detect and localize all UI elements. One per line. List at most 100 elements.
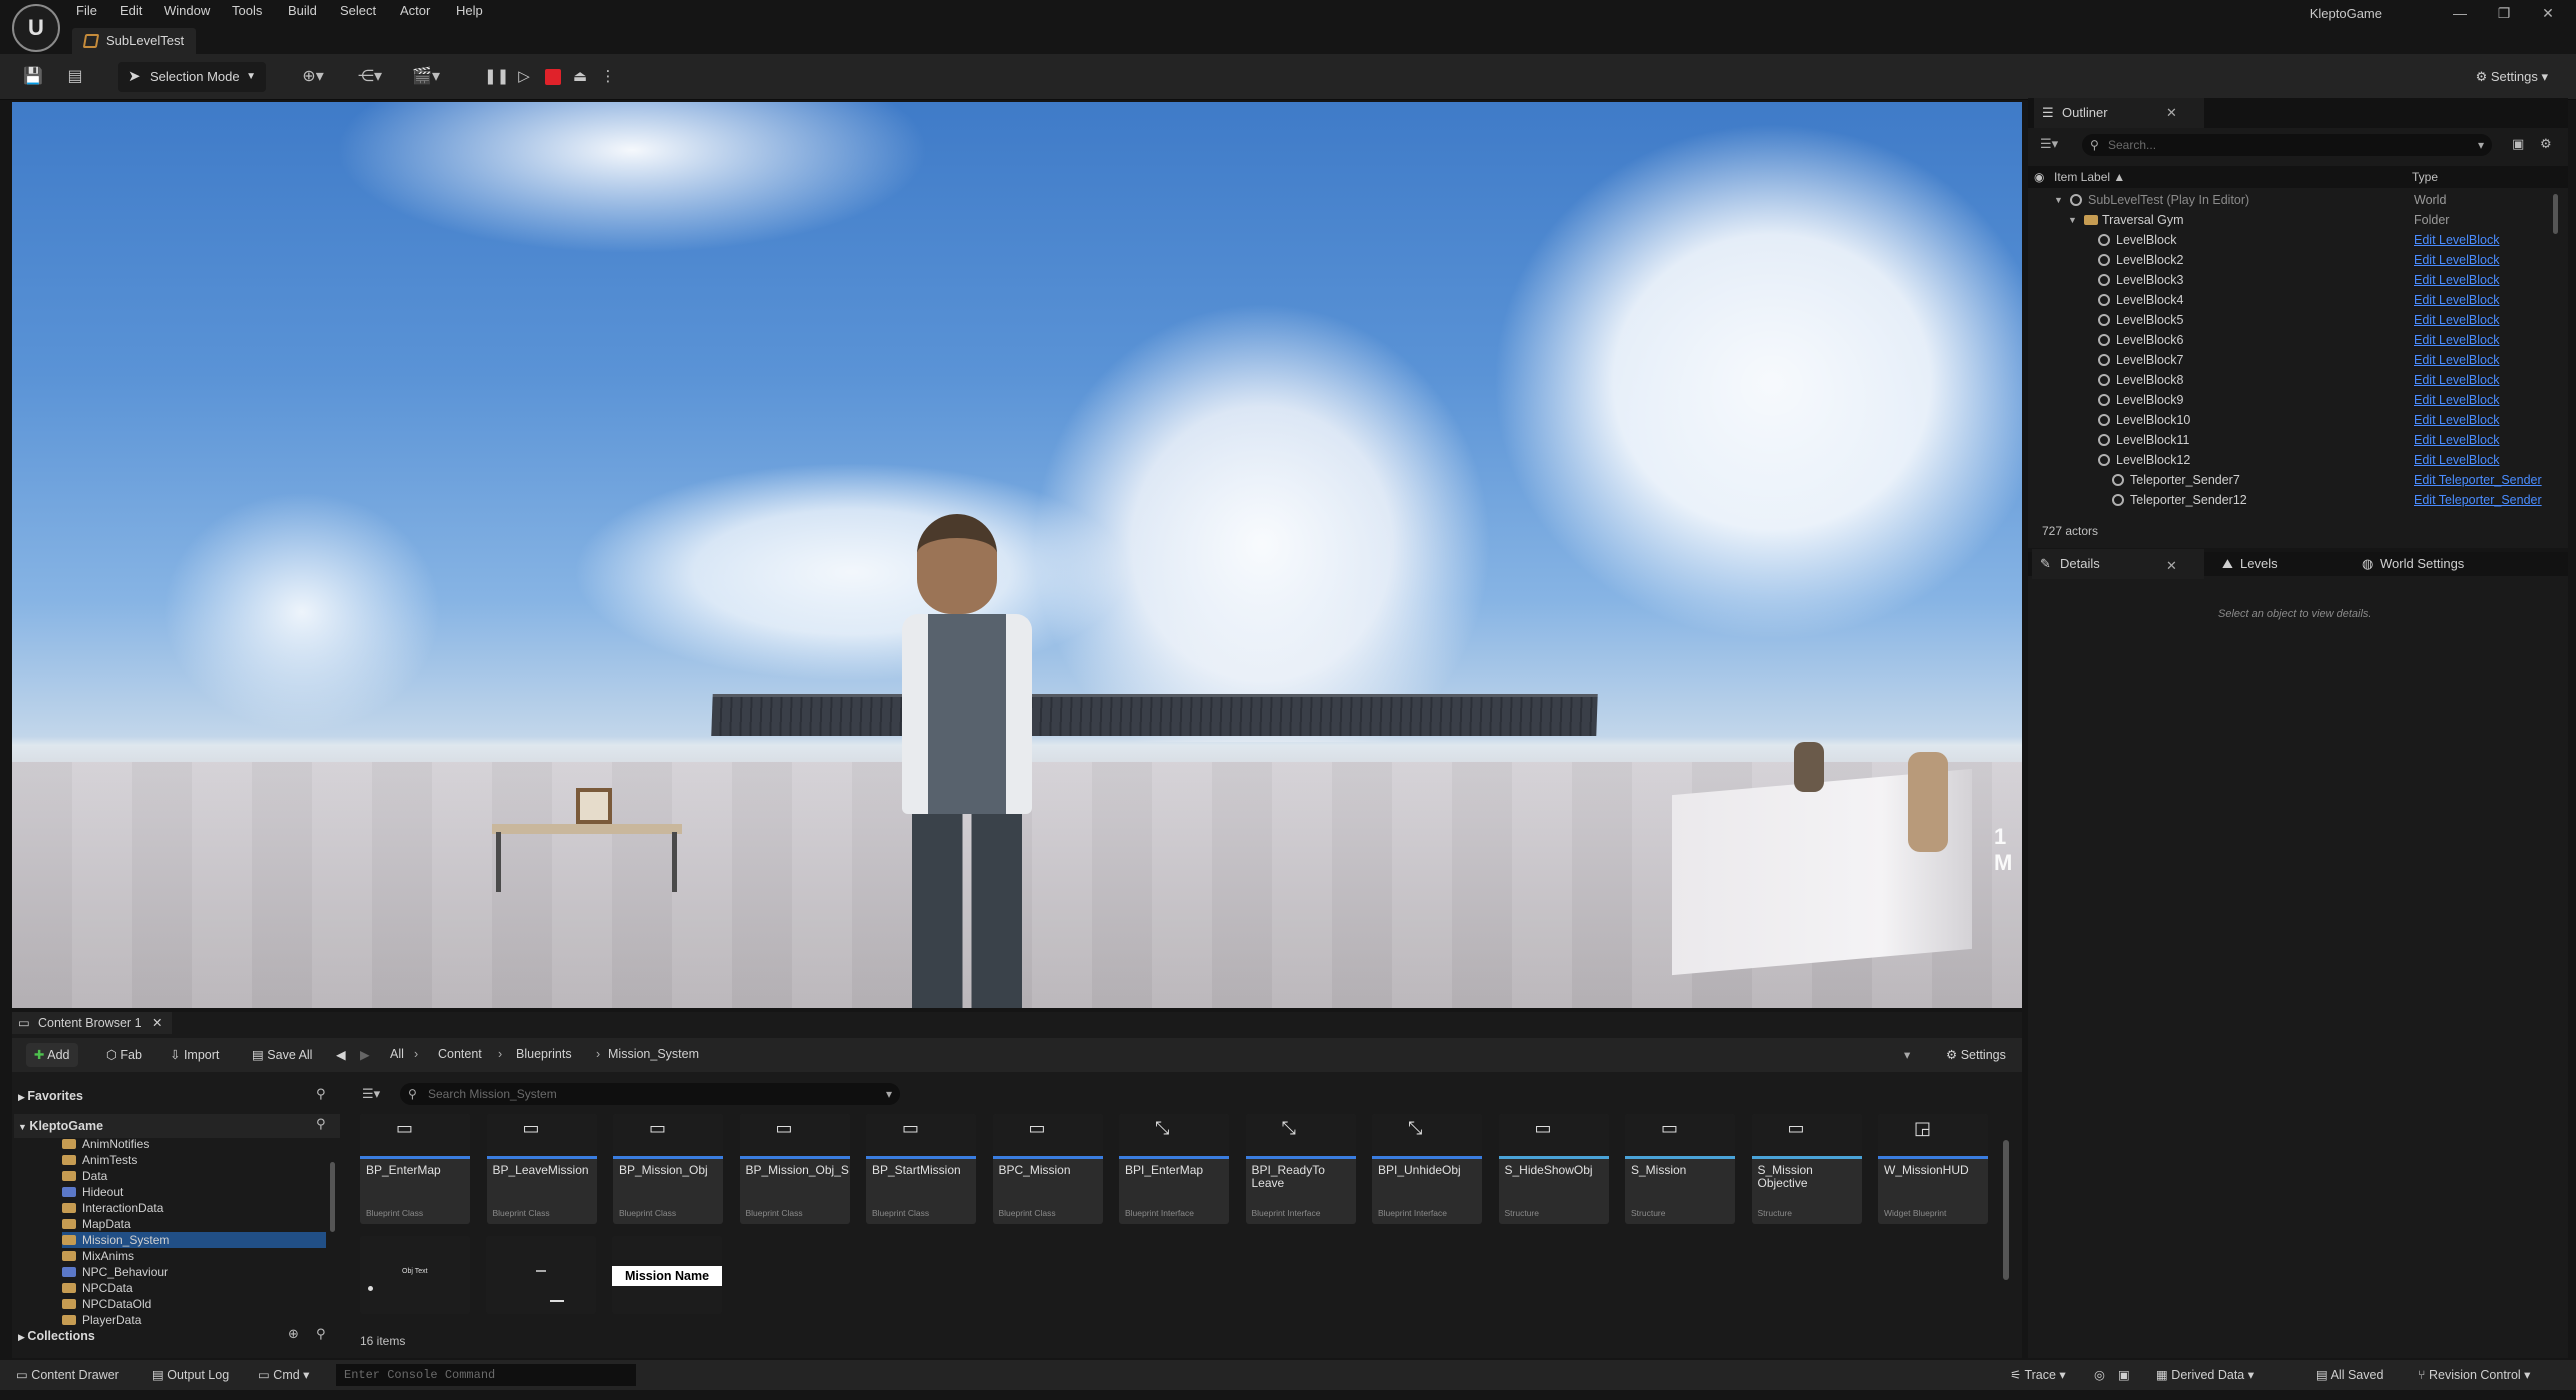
content-icon[interactable]: ▤ [64, 66, 86, 88]
output-log-button[interactable]: ▤ Output Log [152, 1367, 229, 1382]
menu-actor[interactable]: Actor [400, 3, 430, 18]
outliner-row[interactable]: ▼ Traversal Gym Folder [2028, 210, 2548, 230]
asset-tile[interactable]: ▭ S_Mission Objective Structure [1751, 1114, 1862, 1224]
cinematics-icon[interactable]: 🎬▾ [406, 66, 446, 88]
screenshot-icon[interactable]: ▣ [2118, 1367, 2130, 1382]
column-type[interactable]: Type [2412, 166, 2438, 188]
add-collection-icon[interactable]: ⊕ [288, 1326, 299, 1342]
asset-tile[interactable]: ▭ BP_EnterMap Blueprint Class [360, 1114, 470, 1224]
asset-tile[interactable]: ▭ BPC_Mission Blueprint Class [992, 1114, 1103, 1224]
visibility-icon[interactable]: ◉ [2034, 166, 2044, 188]
pause-button[interactable]: ❚❚ [484, 64, 509, 90]
outliner-scrollbar[interactable] [2553, 194, 2558, 234]
project-root[interactable]: ▼ KleptoGame [18, 1114, 103, 1138]
tree-scrollbar[interactable] [330, 1162, 335, 1232]
outliner-search-input[interactable]: ⚲ Search... ▾ [2082, 134, 2492, 156]
menu-window[interactable]: Window [164, 3, 210, 18]
edit-link[interactable]: Edit LevelBlock [2414, 230, 2499, 250]
folder-tree-item[interactable]: Data [62, 1168, 282, 1184]
chevron-down-icon[interactable]: ▾ [1904, 1047, 1910, 1062]
folder-tree-item[interactable]: InteractionData [62, 1200, 282, 1216]
asset-tile[interactable]: ⤡ BPI_UnhideObj Blueprint Interface [1372, 1114, 1482, 1224]
breadcrumb-mission-system[interactable]: Mission_System [608, 1047, 699, 1061]
outliner-row[interactable]: LevelBlock Edit LevelBlock [2028, 230, 2548, 250]
outliner-row[interactable]: LevelBlock8 Edit LevelBlock [2028, 370, 2548, 390]
add-actor-icon[interactable]: ⊕▾ [296, 66, 330, 88]
close-button[interactable]: ✕ [2528, 2, 2568, 24]
back-button[interactable]: ◀ [328, 1043, 354, 1067]
asset-tile[interactable]: ▭ BP_LeaveMission Blueprint Class [486, 1114, 597, 1224]
folder-tree-item[interactable]: PlayerData [62, 1312, 282, 1328]
minimize-button[interactable]: — [2440, 2, 2480, 24]
save-all-button[interactable]: ▤ Save All [244, 1043, 320, 1067]
outliner-row[interactable]: LevelBlock3 Edit LevelBlock [2028, 270, 2548, 290]
asset-tile[interactable]: ▭ S_HideShowObj Structure [1498, 1114, 1609, 1224]
tab-levels[interactable]: ⛰ Levels [2218, 549, 2278, 579]
edit-link[interactable]: Edit LevelBlock [2414, 430, 2499, 450]
content-browser-tab[interactable]: ▭ Content Browser 1 ✕ [12, 1012, 172, 1034]
asset-tile[interactable]: ⤡ BPI_ReadyTo Leave Blueprint Interface [1245, 1114, 1356, 1224]
console-command-input[interactable]: Enter Console Command [336, 1364, 636, 1386]
edit-link[interactable]: Edit Teleporter_Sender [2414, 490, 2542, 510]
cb-settings-button[interactable]: ⚙ Settings [1938, 1043, 2014, 1067]
edit-link[interactable]: Edit LevelBlock [2414, 370, 2499, 390]
import-button[interactable]: ⇩ Import [162, 1043, 227, 1067]
asset-tile[interactable]: Obj Text [360, 1236, 470, 1314]
outliner-row[interactable]: LevelBlock5 Edit LevelBlock [2028, 310, 2548, 330]
asset-tile[interactable]: ⤡ BPI_EnterMap Blueprint Interface [1119, 1114, 1229, 1224]
trace-button[interactable]: ⚟ Trace ▾ [2010, 1367, 2066, 1382]
outliner-row[interactable]: LevelBlock7 Edit LevelBlock [2028, 350, 2548, 370]
asset-tile[interactable]: ▭ BP_Mission_Obj_S Blueprint Class [739, 1114, 850, 1224]
settings-button[interactable]: ⚙ Settings ▾ [2476, 64, 2548, 90]
edit-link[interactable]: Edit LevelBlock [2414, 410, 2499, 430]
close-icon[interactable]: ✕ [2166, 558, 2177, 574]
all-saved-button[interactable]: ▤ All Saved [2316, 1367, 2383, 1382]
revision-control-button[interactable]: ⑂ Revision Control ▾ [2418, 1367, 2530, 1382]
edit-link[interactable]: Edit LevelBlock [2414, 270, 2499, 290]
maximize-button[interactable]: ❐ [2484, 2, 2524, 24]
blueprint-icon[interactable]: ⋲▾ [350, 66, 390, 88]
menu-help[interactable]: Help [456, 3, 483, 18]
search-icon[interactable]: ⚲ [316, 1116, 326, 1132]
content-drawer-button[interactable]: ▭ Content Drawer [16, 1367, 119, 1382]
outliner-row[interactable]: Teleporter_Sender7 Edit Teleporter_Sender [2028, 470, 2548, 490]
column-item-label[interactable]: Item Label ▲ [2054, 166, 2125, 188]
folder-tree-item[interactable]: AnimTests [62, 1152, 282, 1168]
gear-icon[interactable]: ⚙ [2540, 136, 2552, 152]
outliner-row[interactable]: LevelBlock9 Edit LevelBlock [2028, 390, 2548, 410]
breadcrumb-content[interactable]: Content [438, 1047, 482, 1061]
filter-icon[interactable]: ☰▾ [362, 1086, 380, 1102]
forward-button[interactable]: ▶ [352, 1043, 378, 1067]
level-viewport[interactable]: 1 M [12, 102, 2022, 1008]
folder-tree-item[interactable]: MapData [62, 1216, 282, 1232]
eject-button[interactable]: ⏏ [568, 64, 592, 90]
search-icon[interactable]: ⚲ [316, 1326, 326, 1342]
collections-header[interactable]: ▶ Collections [18, 1324, 95, 1348]
edit-link[interactable]: Edit LevelBlock [2414, 450, 2499, 470]
folder-tree-item[interactable]: NPCData [62, 1280, 282, 1296]
tab-world-settings[interactable]: ◍ World Settings [2358, 549, 2464, 579]
menu-select[interactable]: Select [340, 3, 376, 18]
asset-tile[interactable] [486, 1236, 596, 1314]
breadcrumb-all[interactable]: All [390, 1047, 404, 1061]
save-icon[interactable]: 💾 [22, 66, 44, 88]
edit-link[interactable]: Edit LevelBlock [2414, 350, 2499, 370]
folder-tree-item[interactable]: NPCDataOld [62, 1296, 282, 1312]
edit-link[interactable]: Edit LevelBlock [2414, 250, 2499, 270]
outliner-row[interactable]: Teleporter_Sender12 Edit Teleporter_Sende… [2028, 490, 2548, 510]
fab-button[interactable]: ⬡ Fab [98, 1043, 150, 1067]
outliner-row[interactable]: LevelBlock12 Edit LevelBlock [2028, 450, 2548, 470]
asset-tile[interactable]: ▭ BP_StartMission Blueprint Class [866, 1114, 976, 1224]
menu-tools[interactable]: Tools [232, 3, 262, 18]
derived-data-button[interactable]: ▦ Derived Data ▾ [2156, 1367, 2254, 1382]
edit-link[interactable]: Edit LevelBlock [2414, 310, 2499, 330]
close-icon[interactable]: ✕ [2166, 105, 2177, 121]
filter-icon[interactable]: ☰▾ [2040, 136, 2058, 152]
outliner-row[interactable]: LevelBlock4 Edit LevelBlock [2028, 290, 2548, 310]
favorites-header[interactable]: ▶ Favorites [18, 1084, 83, 1108]
search-icon[interactable]: ⚲ [316, 1086, 326, 1102]
edit-link[interactable]: Edit LevelBlock [2414, 290, 2499, 310]
outliner-row[interactable]: LevelBlock2 Edit LevelBlock [2028, 250, 2548, 270]
outliner-row[interactable]: LevelBlock10 Edit LevelBlock [2028, 410, 2548, 430]
chevron-down-icon[interactable]: ▼ [2068, 210, 2077, 230]
